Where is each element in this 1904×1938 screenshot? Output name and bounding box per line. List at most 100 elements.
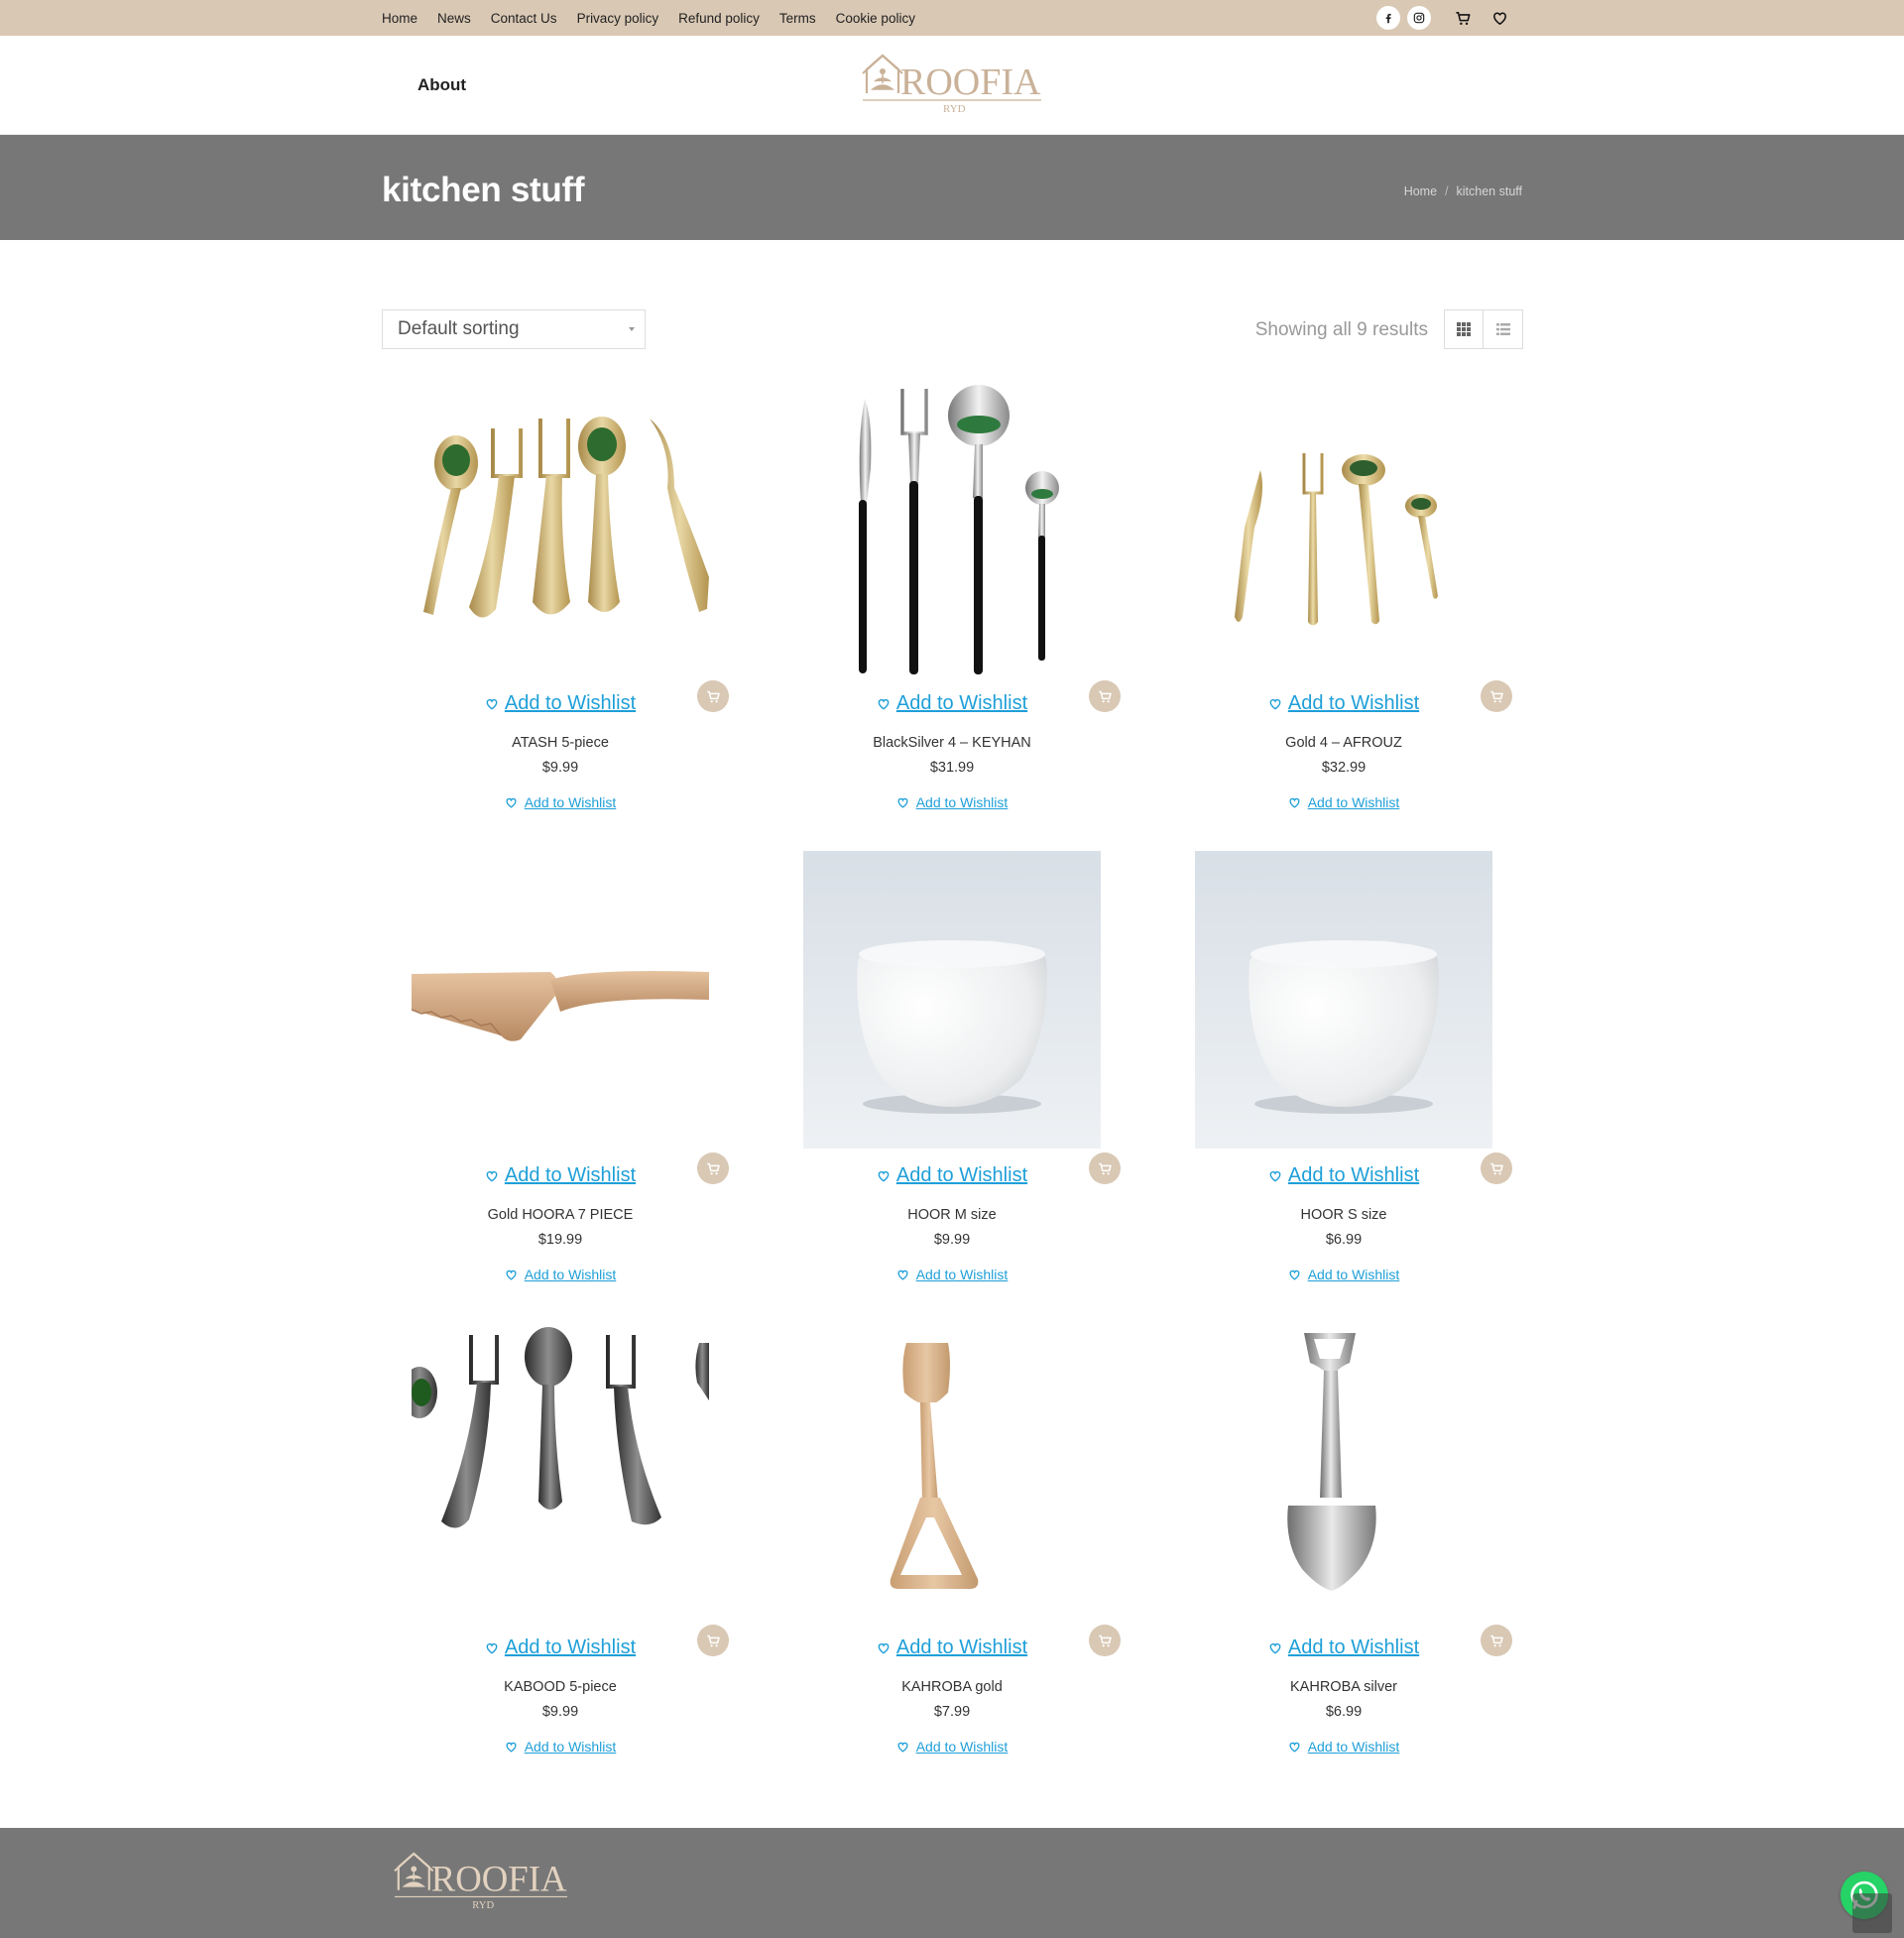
heart-icon: [1269, 1171, 1281, 1182]
product-image[interactable]: [412, 851, 709, 1149]
menu-about[interactable]: About: [417, 75, 466, 95]
breadcrumb-home[interactable]: Home: [1404, 184, 1437, 198]
instagram-icon[interactable]: [1407, 6, 1431, 30]
heart-icon: [897, 1270, 908, 1280]
wishlist-label: Add to Wishlist: [524, 794, 617, 810]
product-image[interactable]: [1195, 379, 1492, 676]
grid-view-icon[interactable]: [1444, 309, 1484, 349]
product-card: Add to Wishlist HOOR S size $6.99 Add to…: [1165, 851, 1542, 1317]
nav-terms[interactable]: Terms: [779, 11, 816, 26]
heart-icon: [897, 1742, 908, 1753]
nav-privacy-policy[interactable]: Privacy policy: [577, 11, 659, 26]
product-name[interactable]: Gold 4 – AFROUZ: [1165, 735, 1522, 751]
wishlist-label: Add to Wishlist: [915, 794, 1009, 810]
chevron-down-icon: [629, 327, 635, 331]
add-to-wishlist-link[interactable]: Add to Wishlist: [1165, 1739, 1522, 1755]
heart-icon: [486, 1171, 498, 1182]
add-to-wishlist-link[interactable]: Add to Wishlist: [382, 1267, 739, 1282]
product-price: $9.99: [933, 1232, 971, 1248]
product-card: Add to Wishlist KAHROBA silver $6.99 Add…: [1165, 1323, 1542, 1789]
nav-contact-us[interactable]: Contact Us: [491, 11, 557, 26]
heart-icon: [486, 1643, 498, 1654]
heart-icon: [506, 1270, 517, 1280]
cart-icon[interactable]: [1451, 6, 1475, 30]
add-to-wishlist-link[interactable]: Add to Wishlist: [774, 692, 1130, 715]
add-to-wishlist-link[interactable]: Add to Wishlist: [382, 1636, 739, 1659]
product-price: $6.99: [1325, 1704, 1363, 1720]
add-to-wishlist-link[interactable]: Add to Wishlist: [382, 794, 739, 810]
wishlist-label: Add to Wishlist: [915, 1267, 1009, 1282]
sort-select[interactable]: Default sorting: [382, 309, 646, 349]
product-card: Add to Wishlist BlackSilver 4 – KEYHAN $…: [774, 379, 1150, 845]
product-image[interactable]: [803, 379, 1101, 676]
nav-news[interactable]: News: [437, 11, 471, 26]
page-title: kitchen stuff: [382, 171, 585, 209]
heart-icon: [878, 699, 890, 710]
add-to-wishlist-link[interactable]: Add to Wishlist: [382, 1739, 739, 1755]
product-name[interactable]: ATASH 5-piece: [382, 735, 739, 751]
site-logo[interactable]: ROOFIA RYD: [861, 52, 1043, 117]
product-name[interactable]: HOOR S size: [1165, 1207, 1522, 1223]
heart-icon: [1289, 1270, 1300, 1280]
heart-icon: [1269, 699, 1281, 710]
wishlist-label: Add to Wishlist: [1287, 692, 1420, 714]
add-to-wishlist-link[interactable]: Add to Wishlist: [382, 1164, 739, 1187]
add-to-wishlist-link[interactable]: Add to Wishlist: [1165, 794, 1522, 810]
product-card: Add to Wishlist Gold HOORA 7 PIECE $19.9…: [382, 851, 759, 1317]
heart-icon: [878, 1643, 890, 1654]
product-image[interactable]: [1195, 1323, 1492, 1621]
wishlist-label: Add to Wishlist: [915, 1739, 1009, 1755]
heart-icon: [506, 1742, 517, 1753]
product-image[interactable]: [412, 1323, 709, 1621]
breadcrumb: Home / kitchen stuff: [1404, 184, 1522, 198]
add-to-wishlist-link[interactable]: Add to Wishlist: [382, 692, 739, 715]
top-actions: [1376, 0, 1511, 36]
heart-icon: [1289, 1742, 1300, 1753]
site-footer: ROOFIA RYD: [0, 1828, 1904, 1938]
add-to-wishlist-link[interactable]: Add to Wishlist: [774, 1739, 1130, 1755]
wishlist-label: Add to Wishlist: [504, 692, 637, 714]
product-image[interactable]: [803, 1323, 1101, 1621]
add-to-wishlist-link[interactable]: Add to Wishlist: [1165, 1164, 1522, 1187]
sort-select-value: Default sorting: [398, 318, 520, 339]
scroll-to-top-button[interactable]: [1852, 1893, 1892, 1933]
add-to-wishlist-link[interactable]: Add to Wishlist: [774, 1164, 1130, 1187]
heart-icon: [897, 797, 908, 808]
add-to-wishlist-link[interactable]: Add to Wishlist: [1165, 1636, 1522, 1659]
add-to-wishlist-link[interactable]: Add to Wishlist: [1165, 692, 1522, 715]
shop-toolbar: Default sorting Showing all 9 results: [0, 240, 1904, 379]
footer-logo[interactable]: ROOFIA RYD: [393, 1850, 569, 1913]
add-to-wishlist-link[interactable]: Add to Wishlist: [774, 1267, 1130, 1282]
site-header: About ROOFIA RYD: [0, 36, 1904, 135]
wishlist-label: Add to Wishlist: [504, 1164, 637, 1186]
list-view-icon[interactable]: [1484, 309, 1523, 349]
product-price: $31.99: [929, 760, 975, 776]
product-card: Add to Wishlist ATASH 5-piece $9.99 Add …: [382, 379, 759, 845]
footer-logo-subtext: RYD: [472, 1900, 494, 1911]
product-image[interactable]: [1195, 851, 1492, 1149]
product-name[interactable]: Gold HOORA 7 PIECE: [382, 1207, 739, 1223]
heart-icon: [878, 1171, 890, 1182]
nav-cookie-policy[interactable]: Cookie policy: [836, 11, 915, 26]
wishlist-label: Add to Wishlist: [895, 692, 1028, 714]
product-image[interactable]: [803, 851, 1101, 1149]
product-name[interactable]: HOOR M size: [774, 1207, 1130, 1223]
top-bar: Home News Contact Us Privacy policy Refu…: [0, 0, 1904, 36]
wishlist-label: Add to Wishlist: [895, 1164, 1028, 1186]
heart-icon: [1289, 797, 1300, 808]
product-name[interactable]: KAHROBA gold: [774, 1679, 1130, 1695]
add-to-wishlist-link[interactable]: Add to Wishlist: [1165, 1267, 1522, 1282]
add-to-wishlist-link[interactable]: Add to Wishlist: [774, 1636, 1130, 1659]
facebook-icon[interactable]: [1376, 6, 1400, 30]
product-name[interactable]: KABOOD 5-piece: [382, 1679, 739, 1695]
add-to-wishlist-link[interactable]: Add to Wishlist: [774, 794, 1130, 810]
product-price: $6.99: [1325, 1232, 1363, 1248]
product-name[interactable]: KAHROBA silver: [1165, 1679, 1522, 1695]
wishlist-label: Add to Wishlist: [1287, 1164, 1420, 1186]
product-image[interactable]: [412, 379, 709, 676]
product-name[interactable]: BlackSilver 4 – KEYHAN: [774, 735, 1130, 751]
heart-icon[interactable]: [1488, 6, 1511, 30]
nav-home[interactable]: Home: [382, 11, 417, 26]
top-nav: Home News Contact Us Privacy policy Refu…: [382, 0, 915, 36]
nav-refund-policy[interactable]: Refund policy: [678, 11, 760, 26]
